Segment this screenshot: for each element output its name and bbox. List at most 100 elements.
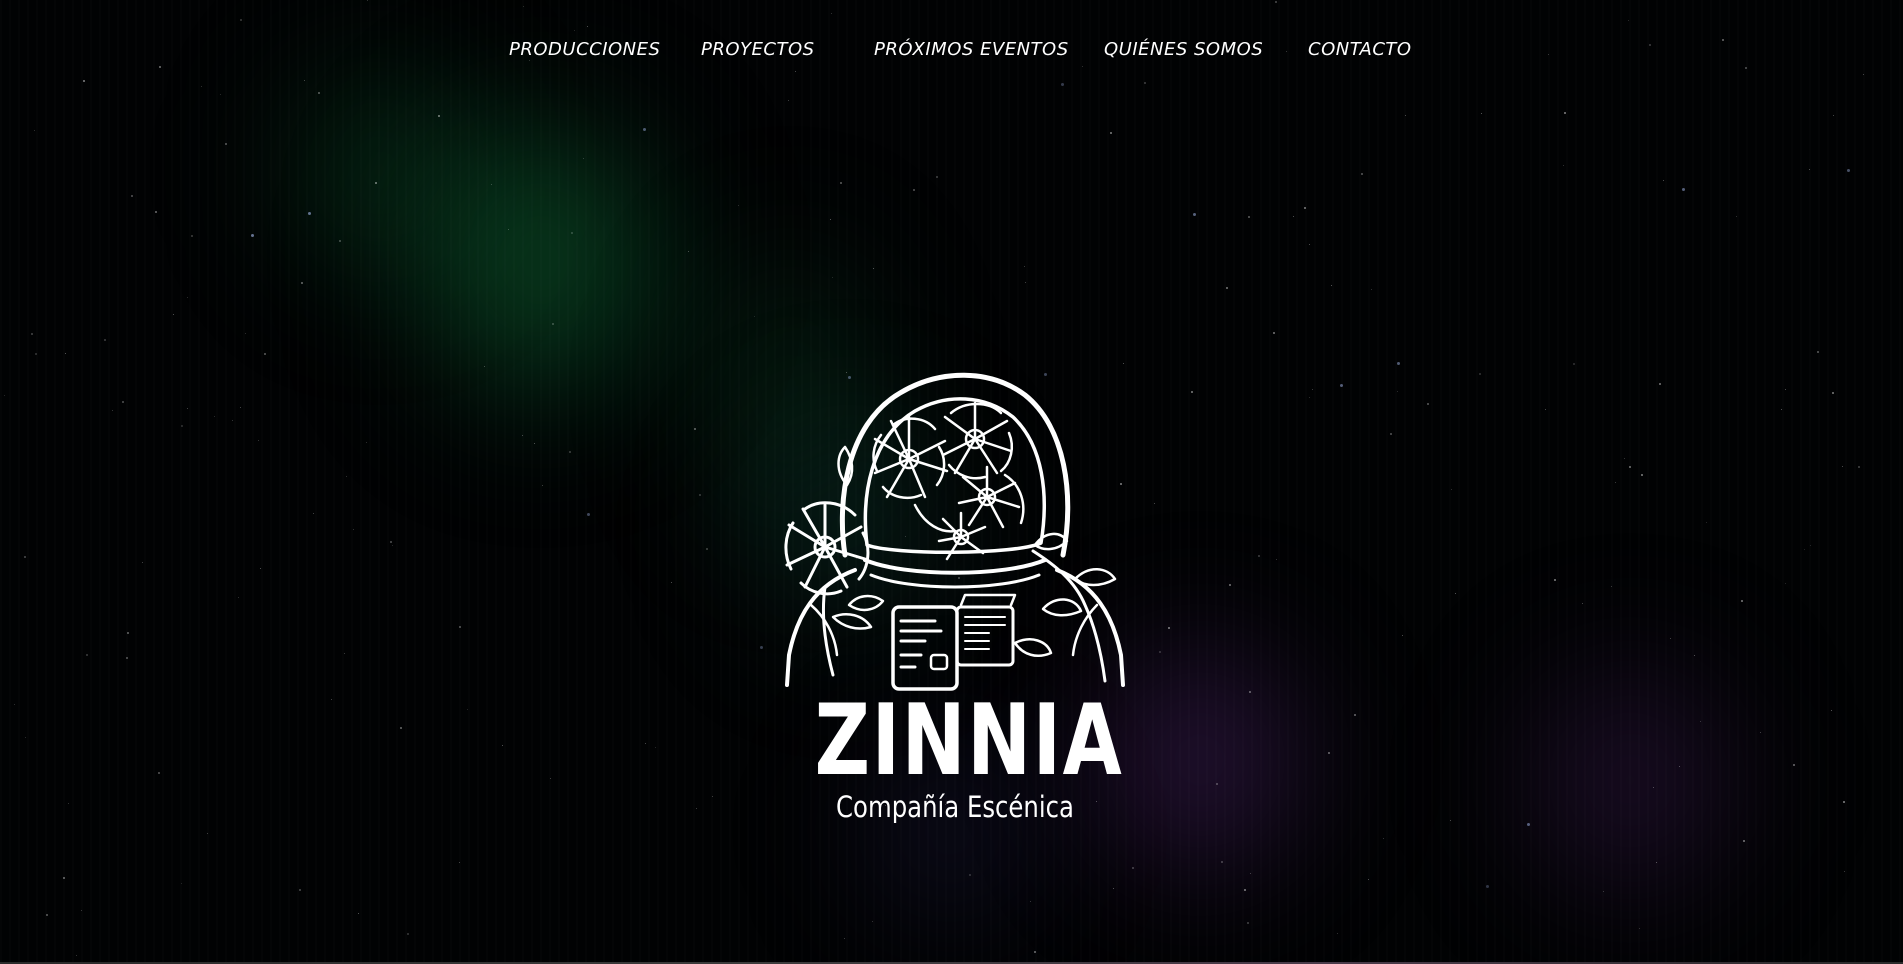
star	[1663, 180, 1664, 181]
star	[1144, 82, 1146, 84]
star	[1331, 285, 1332, 286]
star	[1293, 216, 1294, 217]
star	[1785, 389, 1786, 390]
star	[1309, 244, 1310, 245]
star	[214, 416, 215, 417]
star	[220, 94, 221, 95]
star	[1706, 522, 1707, 523]
star	[1082, 66, 1083, 67]
star	[1154, 503, 1155, 504]
star	[131, 195, 133, 197]
star	[696, 808, 697, 809]
star	[251, 234, 254, 237]
star	[913, 189, 915, 191]
star	[1354, 714, 1356, 716]
star	[502, 745, 503, 746]
star	[1741, 600, 1743, 602]
star	[1679, 766, 1680, 767]
star	[331, 699, 332, 700]
star	[1844, 871, 1845, 872]
star	[46, 914, 48, 916]
zinnia-logo[interactable]: ZINNIA Compañía Escénica	[775, 355, 1135, 835]
star	[699, 494, 701, 496]
nav-item-contacto[interactable]: CONTACTO	[1308, 36, 1412, 64]
star	[694, 428, 696, 430]
star	[245, 333, 246, 334]
star	[181, 425, 183, 427]
star	[1340, 384, 1343, 387]
star	[313, 513, 314, 514]
nav-item-proyectos[interactable]: PROYECTOS	[701, 36, 815, 64]
star	[523, 6, 524, 7]
nav-item-quienes-somos[interactable]: QUIÉNES SOMOS	[1104, 36, 1263, 64]
star	[1226, 287, 1228, 289]
star	[1244, 889, 1246, 891]
star	[1810, 545, 1811, 546]
star	[459, 626, 461, 628]
star	[542, 485, 543, 486]
star	[1276, 559, 1277, 560]
star	[583, 158, 584, 159]
star	[392, 545, 393, 546]
star	[1817, 351, 1819, 353]
star	[201, 86, 202, 87]
star	[1843, 801, 1845, 803]
star	[238, 597, 239, 598]
star	[173, 314, 174, 315]
star	[308, 212, 311, 215]
star	[832, 277, 833, 278]
star	[936, 176, 938, 178]
star	[1221, 861, 1223, 863]
nav-item-producciones[interactable]: PRODUCCIONES	[509, 36, 660, 64]
star	[390, 541, 392, 543]
star	[1034, 951, 1036, 953]
star	[1629, 466, 1631, 468]
star	[1656, 862, 1657, 863]
star	[550, 778, 551, 779]
star	[1611, 586, 1612, 587]
star	[873, 268, 874, 269]
star	[1682, 188, 1685, 191]
star	[1603, 891, 1604, 892]
star	[795, 71, 796, 72]
star	[1781, 409, 1782, 410]
star	[65, 353, 66, 354]
star	[1309, 397, 1310, 398]
star	[1700, 721, 1701, 722]
nav-item-proximos-eventos[interactable]: PRÓXIMOS EVENTOS	[874, 36, 1069, 64]
star	[1564, 112, 1566, 114]
star	[1191, 391, 1193, 393]
star	[155, 211, 157, 213]
star	[240, 407, 241, 408]
star	[484, 366, 485, 367]
star	[1641, 474, 1643, 476]
star	[1582, 603, 1583, 604]
star	[344, 653, 345, 654]
star	[1229, 584, 1231, 586]
star	[1427, 403, 1429, 405]
star	[587, 513, 590, 516]
star	[1615, 482, 1616, 483]
aurora-glow-green	[380, 80, 700, 440]
star	[1833, 115, 1834, 116]
star	[187, 408, 188, 409]
star	[1527, 823, 1530, 826]
star	[571, 232, 573, 234]
star	[301, 282, 303, 284]
star	[1628, 20, 1629, 21]
star	[127, 632, 129, 634]
star	[1842, 466, 1843, 467]
star	[304, 80, 305, 81]
star	[1670, 638, 1671, 639]
star	[142, 562, 143, 563]
star	[552, 323, 554, 325]
star	[1250, 873, 1251, 874]
astronaut-with-flowers-icon	[784, 372, 1125, 691]
star	[788, 100, 789, 101]
star	[1030, 901, 1031, 902]
star	[191, 235, 193, 237]
star	[1368, 879, 1369, 880]
star	[830, 219, 831, 220]
star	[299, 889, 301, 891]
star	[14, 704, 15, 705]
